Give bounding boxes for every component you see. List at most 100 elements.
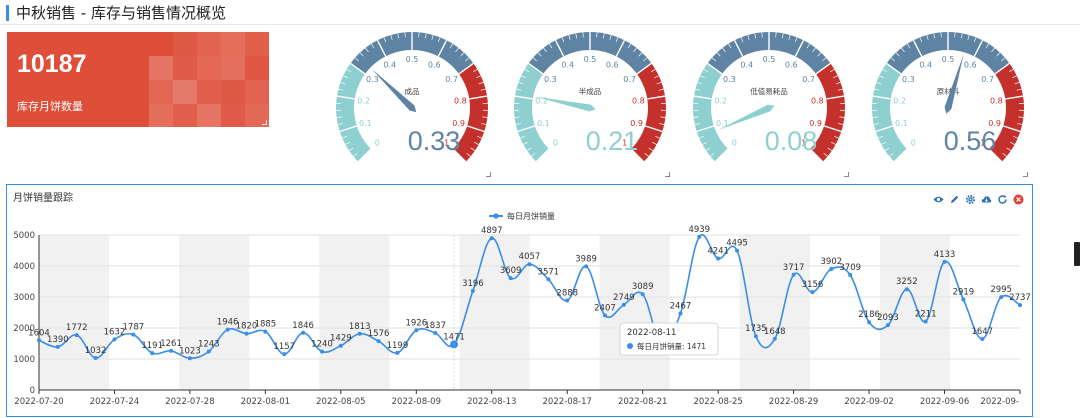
legend-marker — [493, 213, 499, 219]
gauge-tick-label: 0 — [375, 139, 380, 148]
data-point — [716, 256, 721, 261]
data-point — [206, 349, 211, 354]
data-point — [923, 319, 928, 324]
data-label: 3571 — [538, 267, 560, 277]
x-tick-label: 2022-08-09 — [392, 397, 441, 407]
resize-handle-icon[interactable] — [1023, 172, 1028, 177]
data-label: 1846 — [292, 321, 314, 331]
data-point — [395, 350, 400, 355]
data-point — [829, 267, 834, 272]
card-decor-tile — [173, 104, 197, 127]
header-divider — [0, 24, 1080, 25]
card-decor-tile — [173, 80, 197, 104]
data-point — [961, 297, 966, 302]
gauge-tick-label: 0.7 — [802, 75, 815, 84]
card-decor-tile — [221, 32, 245, 56]
gauge-tick-label: 0.5 — [763, 55, 776, 64]
gauge-tick-label: 0.5 — [584, 55, 597, 64]
card-decor-tile — [149, 104, 173, 127]
gauge-value: 0.21 — [585, 126, 639, 156]
gauge-name: 低值易耗品 — [750, 86, 788, 96]
data-label: 2749 — [613, 293, 635, 303]
data-point — [602, 313, 607, 318]
card-decor-tile — [197, 80, 221, 104]
data-point — [74, 333, 79, 338]
data-point — [338, 343, 343, 348]
data-label: 2888 — [556, 288, 578, 298]
y-tick-label: 5000 — [13, 231, 35, 241]
gauge-tick-label: 0.4 — [919, 60, 932, 69]
data-point — [791, 272, 796, 277]
card-decor-tile — [173, 32, 197, 56]
card-decor-tile — [245, 80, 269, 104]
data-point — [621, 302, 626, 307]
gauge-tick-label: 0 — [732, 139, 737, 148]
gauge-tick-label: 0 — [911, 139, 916, 148]
gauge-tick-label: 0.3 — [902, 75, 915, 84]
gauge-tick-label: 0.8 — [811, 96, 824, 105]
x-tick-label: 2022-08-01 — [241, 397, 290, 407]
data-point — [112, 337, 117, 342]
y-tick-label: 0 — [30, 386, 35, 396]
gauge-consumables: 0 0.1 0.2 0.3 0.4 0.5 0.6 0.7 0.8 0.9 1 低值易耗品 0.08 — [689, 30, 849, 176]
resize-handle-icon[interactable] — [262, 120, 267, 125]
data-point — [244, 331, 249, 336]
gauge-tick-label: 0.2 — [893, 96, 906, 105]
data-label: 3717 — [783, 263, 805, 273]
resize-handle-icon[interactable] — [486, 172, 491, 177]
y-tick-label: 3000 — [13, 293, 35, 303]
sales-chart-panel: 月饼销量跟踪 0 1000 2000 3000 4000 5000 2022-07-20 20… — [6, 184, 1033, 417]
data-point — [697, 234, 702, 239]
inventory-value: 10187 — [17, 50, 87, 78]
data-label: 1429 — [330, 334, 352, 344]
data-label: 3252 — [896, 277, 918, 287]
tooltip-marker — [627, 343, 633, 349]
side-scroll-handle[interactable] — [1074, 242, 1080, 266]
gauge-value: 0.56 — [943, 126, 997, 156]
inventory-label: 库存月饼数量 — [17, 100, 83, 113]
resize-handle-icon[interactable] — [665, 172, 670, 177]
card-decor-tile — [149, 80, 173, 104]
gauge-tick-label: 0.4 — [561, 60, 574, 69]
x-tick-label: 2022-07-24 — [90, 397, 139, 407]
gauge-tick-label: 0.2 — [714, 96, 727, 105]
gauge-tick-label: 0.1 — [537, 119, 550, 128]
data-label: 4495 — [726, 239, 748, 249]
data-point — [848, 273, 853, 278]
data-point — [867, 320, 872, 325]
legend-label: 每日月饼销量 — [507, 211, 555, 221]
data-label: 2407 — [594, 303, 616, 313]
card-decor-tile — [173, 56, 197, 80]
data-point — [508, 276, 513, 281]
gauge-tick-label: 0.8 — [990, 96, 1003, 105]
data-point — [678, 311, 683, 316]
data-point — [470, 288, 475, 293]
x-tick-label: 2022-09-06 — [920, 397, 969, 407]
data-point — [546, 277, 551, 282]
data-label: 4939 — [688, 225, 710, 235]
gauge-tick-label: 0.7 — [445, 75, 458, 84]
data-label: 1648 — [764, 327, 786, 337]
data-label: 1199 — [387, 341, 409, 351]
resize-handle-icon[interactable] — [844, 172, 849, 177]
page-header: 中秋销售 - 库存与销售情况概览 — [0, 0, 1080, 25]
data-point — [319, 349, 324, 354]
data-label: 1885 — [255, 320, 277, 330]
data-label: 3989 — [575, 254, 597, 264]
gauge-tick-label: 0.7 — [623, 75, 636, 84]
data-point — [489, 236, 494, 241]
x-tick-label: 2022-08-25 — [693, 397, 742, 407]
data-point — [376, 339, 381, 344]
gauge-tick-label: 0.3 — [544, 75, 557, 84]
data-label: 1772 — [66, 323, 88, 333]
card-decor-tile — [221, 80, 245, 104]
x-tick-label: 2022-09- — [980, 397, 1019, 407]
data-point — [584, 264, 589, 269]
gauge-tick-label: 0.3 — [366, 75, 379, 84]
data-label: 2093 — [877, 313, 899, 323]
gauge-raw-materials: 0 0.1 0.2 0.3 0.4 0.5 0.6 0.7 0.8 0.9 1 原材料 0.56 — [868, 30, 1028, 176]
card-decor-tile — [221, 104, 245, 127]
data-label: 1837 — [424, 321, 446, 331]
gauge-tick-label: 0.1 — [895, 119, 908, 128]
tooltip-date: 2022-08-11 — [627, 328, 676, 338]
